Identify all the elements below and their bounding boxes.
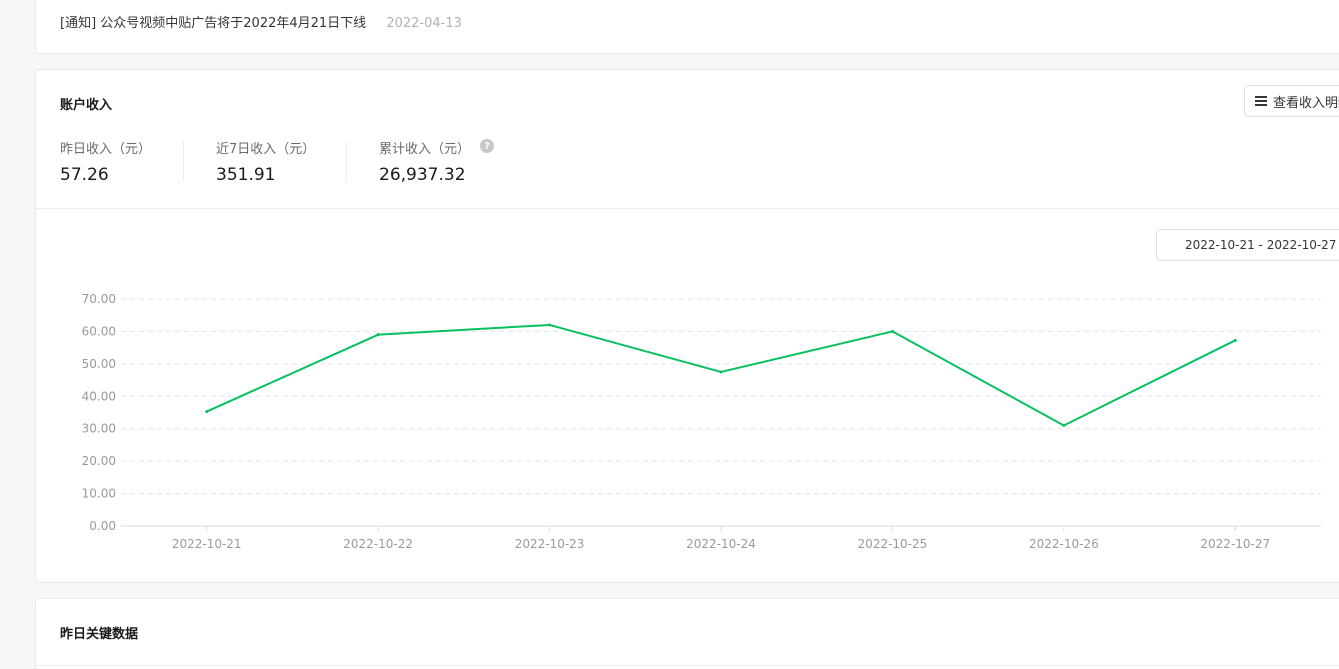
y-tick-label: 70.00 bbox=[82, 292, 116, 306]
income-card: 账户收入 查看收入明细 昨日收入（元） 57.26 近7日收入（元） 351.9… bbox=[35, 69, 1339, 583]
y-tick-label: 10.00 bbox=[82, 487, 116, 501]
data-point bbox=[376, 333, 380, 337]
data-point bbox=[719, 370, 723, 374]
x-tick-label: 2022-10-21 bbox=[172, 537, 242, 551]
notice-text[interactable]: [通知] 公众号视频中贴广告将于2022年4月21日下线 bbox=[60, 16, 366, 31]
x-tick-label: 2022-10-25 bbox=[858, 537, 928, 551]
keydata-title: 昨日关键数据 bbox=[60, 627, 139, 642]
x-tick-label: 2022-10-27 bbox=[1200, 537, 1270, 551]
x-tick-label: 2022-10-26 bbox=[1029, 537, 1099, 551]
notice-date: 2022-04-13 bbox=[386, 16, 462, 31]
y-tick-label: 60.00 bbox=[82, 324, 116, 338]
notice-card: [通知] 公众号视频中贴广告将于2022年4月21日下线 2022-04-13 bbox=[35, 0, 1339, 54]
x-tick-label: 2022-10-22 bbox=[343, 537, 413, 551]
income-line-chart: 0.00 10.00 20.00 30.00 40.00 50.00 60.00 70.00 2… bbox=[82, 292, 1321, 551]
x-tick-label: 2022-10-24 bbox=[686, 537, 756, 551]
divider bbox=[36, 665, 1339, 666]
y-tick-label: 0.00 bbox=[89, 519, 116, 533]
y-tick-label: 50.00 bbox=[82, 357, 116, 371]
data-point bbox=[548, 323, 552, 327]
data-point bbox=[205, 410, 209, 414]
notice-row[interactable]: [通知] 公众号视频中贴广告将于2022年4月21日下线 2022-04-13 bbox=[60, 12, 462, 31]
data-point bbox=[1062, 423, 1066, 427]
data-point bbox=[890, 329, 894, 333]
y-tick-label: 20.00 bbox=[82, 454, 116, 468]
y-tick-label: 40.00 bbox=[82, 389, 116, 403]
y-tick-label: 30.00 bbox=[82, 422, 116, 436]
keydata-card: 昨日关键数据 bbox=[35, 598, 1339, 669]
x-tick-label: 2022-10-23 bbox=[515, 537, 585, 551]
series-line bbox=[206, 323, 1236, 427]
data-point bbox=[1233, 338, 1237, 342]
